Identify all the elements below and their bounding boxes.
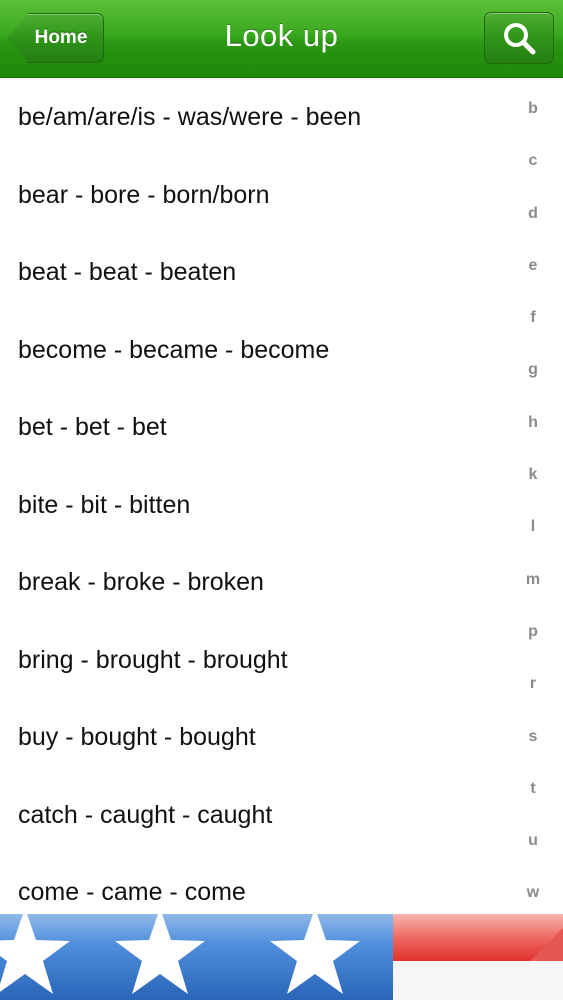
search-button[interactable] — [484, 12, 554, 64]
index-letter-h[interactable]: h — [528, 406, 538, 458]
index-letter-b[interactable]: b — [528, 92, 538, 144]
index-letter-e[interactable]: e — [529, 249, 538, 301]
list-item[interactable]: buy - bought - bought — [0, 699, 510, 777]
screen: Home Look up be/am/are/is - was/were - b… — [0, 0, 563, 1000]
index-letter-r[interactable]: r — [530, 667, 536, 719]
flag-white-stripe — [393, 961, 563, 1000]
index-letter-g[interactable]: g — [528, 353, 538, 405]
index-letter-k[interactable]: k — [529, 458, 538, 510]
index-letter-c[interactable]: c — [529, 144, 538, 196]
index-letter-m[interactable]: m — [526, 563, 540, 615]
page-title: Look up — [224, 18, 339, 53]
search-icon — [504, 23, 536, 55]
index-letter-l[interactable]: l — [531, 510, 535, 562]
flag-banner — [0, 914, 563, 1000]
list-item[interactable]: bring - brought - brought — [0, 622, 510, 700]
index-letter-t[interactable]: t — [530, 772, 535, 824]
index-letter-d[interactable]: d — [528, 197, 538, 249]
list-item[interactable]: bite - bit - bitten — [0, 467, 510, 545]
list-item[interactable]: break - broke - broken — [0, 544, 510, 622]
verb-list: be/am/are/is - was/were - been bear - bo… — [0, 79, 510, 932]
index-letter-p[interactable]: p — [528, 615, 538, 667]
list-item[interactable]: become - became - become — [0, 312, 510, 390]
index-letter-f[interactable]: f — [530, 301, 535, 353]
list-item[interactable]: catch - caught - caught — [0, 777, 510, 855]
navigation-bar: Home Look up — [0, 0, 563, 78]
list-item[interactable]: bet - bet - bet — [0, 389, 510, 467]
index-letter-s[interactable]: s — [529, 720, 538, 772]
list-item[interactable]: be/am/are/is - was/were - been — [0, 79, 510, 157]
list-item[interactable]: beat - beat - beaten — [0, 234, 510, 312]
alphabet-index[interactable]: b c d e f g h k l m p r s t u w — [503, 92, 563, 929]
index-letter-u[interactable]: u — [528, 824, 538, 876]
list-item[interactable]: bear - bore - born/born — [0, 157, 510, 235]
